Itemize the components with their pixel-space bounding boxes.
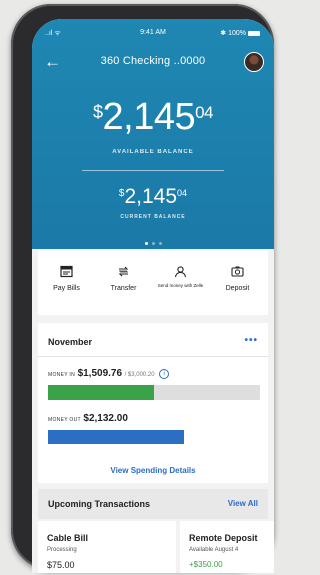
available-currency: $ <box>92 102 103 122</box>
zelle-label: Send money with Zelle <box>157 283 204 288</box>
status-bar: ..ıl ᯤ 9:41 AM ✱ 100% <box>32 29 274 41</box>
spending-card: November ••• MONEY IN $1,509.76 / $3,000… <box>38 323 268 483</box>
transaction-amount: $75.00 <box>47 560 75 570</box>
phone-frame: ..ıl ᯤ 9:41 AM ✱ 100% ← 360 Checking ..0… <box>11 4 274 573</box>
transaction-card[interactable]: Remote Deposit Available August 4 +$350.… <box>180 521 274 573</box>
zelle-icon <box>174 266 187 278</box>
money-in-row: MONEY IN $1,509.76 / $3,000.20 i <box>48 368 170 379</box>
upcoming-title: Upcoming Transactions <box>48 499 151 509</box>
current-cents: 04 <box>177 188 188 198</box>
battery-status: ✱ 100% <box>220 29 260 37</box>
info-icon[interactable]: i <box>159 368 170 379</box>
avatar[interactable] <box>244 52 264 72</box>
app-screen: ..ıl ᯤ 9:41 AM ✱ 100% ← 360 Checking ..0… <box>32 19 274 573</box>
page-dot-active[interactable] <box>144 242 148 245</box>
money-in-amount: $1,509.76 <box>77 368 123 379</box>
current-balance: $2,14504 <box>32 185 274 209</box>
zelle-button[interactable]: Send money with Zelle <box>152 251 209 315</box>
available-balance: $2,14504 <box>32 96 274 139</box>
current-balance-label: CURRENT BALANCE <box>120 214 186 220</box>
money-out-row: MONEY OUT $2,132.00 <box>48 413 128 424</box>
deposit-label: Deposit <box>225 285 250 292</box>
month-title: November <box>48 337 93 347</box>
transaction-name: Cable Bill <box>47 533 89 543</box>
transfer-button[interactable]: Transfer <box>95 251 152 315</box>
available-cents: 04 <box>195 103 214 122</box>
current-whole: 2,145 <box>124 185 178 208</box>
battery-icon <box>248 30 260 36</box>
transaction-status: Available August 4 <box>189 547 239 553</box>
upcoming-header: Upcoming Transactions View All <box>38 489 268 519</box>
balance-divider <box>82 170 224 171</box>
pay-bills-label: Pay Bills <box>53 285 80 292</box>
view-spending-details-link[interactable]: View Spending Details <box>38 466 268 475</box>
money-out-bar <box>48 430 184 444</box>
available-whole: 2,145 <box>102 96 196 138</box>
money-out-amount: $2,132.00 <box>83 413 128 424</box>
transaction-card[interactable]: Cable Bill Processing $75.00 <box>38 521 176 573</box>
pay-bills-button[interactable]: Pay Bills <box>38 251 95 315</box>
money-in-bar-track <box>48 385 260 400</box>
nav-bar: ← 360 Checking ..0000 <box>32 52 274 74</box>
money-in-total: / $3,000.20 <box>124 372 155 378</box>
deposit-button[interactable]: Deposit <box>209 251 266 315</box>
money-in-label: MONEY IN <box>48 372 76 378</box>
bill-icon <box>60 265 73 278</box>
view-all-link[interactable]: View All <box>228 499 258 508</box>
balance-header: ..ıl ᯤ 9:41 AM ✱ 100% ← 360 Checking ..0… <box>32 19 274 249</box>
page-dot[interactable] <box>151 242 155 245</box>
transaction-name: Remote Deposit <box>189 533 258 543</box>
transaction-amount: +$350.00 <box>189 560 223 569</box>
money-in-bar-fill <box>48 385 154 400</box>
money-out-label: MONEY OUT <box>48 417 81 423</box>
card-divider <box>38 356 268 357</box>
camera-icon <box>231 266 244 277</box>
page-indicator[interactable] <box>32 232 274 250</box>
quick-actions: Pay Bills Transfer Send money with Zelle… <box>38 251 268 315</box>
account-title: 360 Checking ..0000 <box>100 55 206 67</box>
current-currency: $ <box>118 188 125 199</box>
transfer-label: Transfer <box>110 285 137 292</box>
transfer-icon <box>118 266 129 277</box>
more-options-icon[interactable]: ••• <box>244 335 258 346</box>
battery-label: ✱ 100% <box>220 30 246 37</box>
page-dot[interactable] <box>158 242 162 245</box>
transaction-status: Processing <box>47 547 77 553</box>
available-balance-label: AVAILABLE BALANCE <box>112 149 194 155</box>
